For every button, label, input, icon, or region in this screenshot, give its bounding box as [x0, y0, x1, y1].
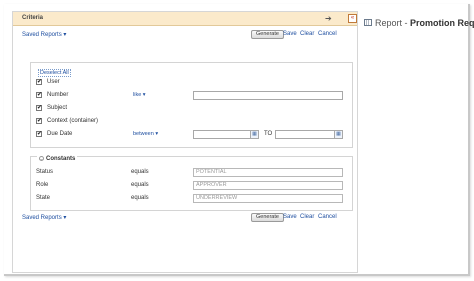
generate-button[interactable]: Generate	[251, 30, 284, 39]
criteria-panel: Criteria ➔ « Saved Reports ▾ Generate Sa…	[12, 11, 358, 273]
saved-reports-menu-bottom[interactable]: Saved Reports ▾	[22, 214, 66, 221]
row-label: Context (container)	[47, 118, 99, 124]
criteria-row-user: ✔ User	[36, 78, 351, 88]
bottom-action-bar: Generate Save Clear Cancel	[251, 213, 351, 223]
save-link[interactable]: Save	[283, 31, 297, 37]
role-field: APPROVER	[193, 181, 343, 190]
row-label: Due Date	[47, 131, 73, 137]
due-date-checkbox[interactable]: ✔	[36, 131, 42, 137]
top-action-bar: Generate Save Clear Cancel	[251, 30, 351, 40]
deselect-all-link[interactable]: Deselect All	[38, 69, 71, 77]
cancel-link-bottom[interactable]: Cancel	[318, 214, 337, 220]
due-date-from-input[interactable]: ▦	[193, 130, 259, 139]
criteria-row-due-date: ✔ Due Date between ▾ ▦ TO ▦	[36, 130, 351, 140]
user-checkbox[interactable]: ✔	[36, 79, 42, 85]
status-field: POTENTIAL	[193, 168, 343, 177]
constant-operator: equals	[131, 169, 149, 175]
clear-link-bottom[interactable]: Clear	[300, 214, 314, 220]
generate-button-bottom[interactable]: Generate	[251, 213, 284, 222]
row-label: User	[47, 79, 60, 85]
clear-link[interactable]: Clear	[300, 31, 314, 37]
constant-operator: equals	[131, 195, 149, 201]
cancel-link[interactable]: Cancel	[318, 31, 337, 37]
constant-row-status: Status equals POTENTIAL	[36, 168, 351, 178]
row-label: Number	[47, 92, 69, 98]
number-operator-dropdown[interactable]: like ▾	[133, 92, 146, 98]
constants-box: – Constants Status equals POTENTIAL Role …	[30, 156, 353, 211]
calendar-icon[interactable]: ▦	[334, 131, 342, 138]
screen: Criteria ➔ « Saved Reports ▾ Generate Sa…	[4, 4, 474, 276]
number-input[interactable]	[193, 91, 343, 100]
report-header: Report - Promotion Requ	[364, 18, 474, 28]
constant-row-state: State equals UNDERREVIEW	[36, 194, 351, 204]
constant-label: Status	[36, 169, 54, 175]
save-link-bottom[interactable]: Save	[283, 214, 297, 220]
criteria-row-subject: ✔ Subject	[36, 104, 351, 114]
arrow-right-icon[interactable]: ➔	[325, 14, 332, 24]
panel-header: Criteria ➔ «	[13, 12, 357, 26]
panel-title: Criteria	[22, 15, 44, 21]
constants-label: Constants	[46, 156, 76, 162]
criteria-row-context: ✔ Context (container)	[36, 117, 351, 127]
criteria-box: Deselect All ✔ User ✔ Number like ▾ ✔ Su…	[30, 62, 353, 148]
calendar-icon[interactable]: ▦	[250, 131, 258, 138]
collapse-panel-icon[interactable]: «	[348, 14, 357, 23]
constant-label: Role	[36, 182, 49, 188]
constant-label: State	[36, 195, 51, 201]
saved-reports-menu[interactable]: Saved Reports ▾	[22, 31, 66, 38]
subject-checkbox[interactable]: ✔	[36, 105, 42, 111]
collapse-minus-icon[interactable]: –	[39, 156, 44, 161]
report-title: Promotion Requ	[410, 18, 474, 28]
number-checkbox[interactable]: ✔	[36, 92, 42, 98]
due-date-to-input[interactable]: ▦	[275, 130, 343, 139]
state-field: UNDERREVIEW	[193, 194, 343, 203]
criteria-row-number: ✔ Number like ▾	[36, 91, 351, 101]
report-icon	[364, 19, 372, 26]
row-label: Subject	[47, 105, 68, 111]
to-label: TO	[264, 131, 273, 137]
constant-operator: equals	[131, 182, 149, 188]
constants-title: – Constants	[37, 156, 78, 162]
report-title-prefix: Report -	[375, 18, 411, 28]
context-checkbox[interactable]: ✔	[36, 118, 42, 124]
due-date-operator-dropdown[interactable]: between ▾	[133, 131, 158, 137]
constant-row-role: Role equals APPROVER	[36, 181, 351, 191]
